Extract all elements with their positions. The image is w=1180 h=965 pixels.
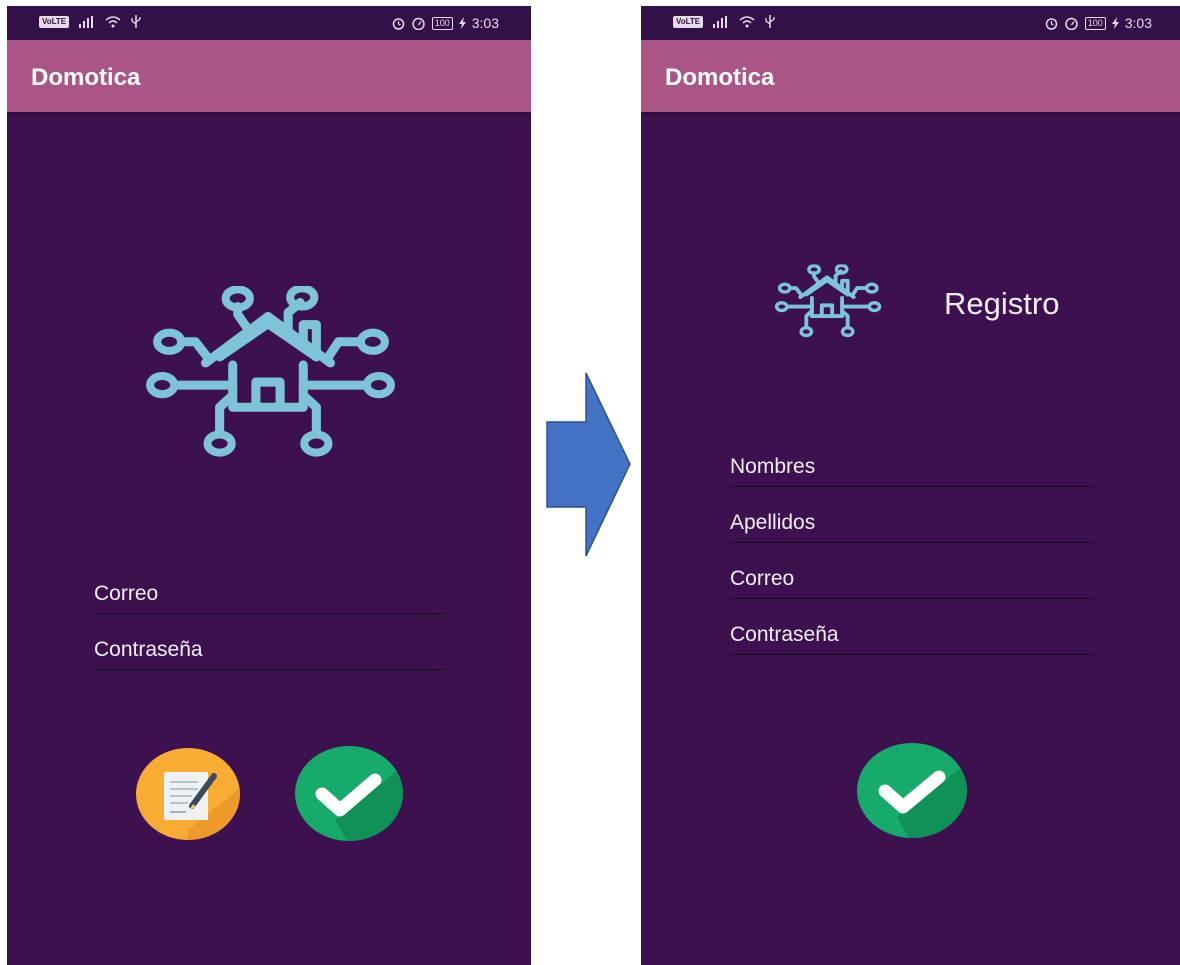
last-name-input[interactable] [730,506,1094,540]
smart-home-circuit-icon [137,286,399,458]
register-confirm-button[interactable] [857,743,967,838]
password-input[interactable] [730,618,1094,652]
app-title: Domotica [31,64,141,91]
register-screen: VoLTE 100 3:03 Domotica Registro Nombres… [641,6,1180,965]
alarm-icon [392,17,405,30]
email-input[interactable] [94,577,445,611]
usb-icon [131,15,141,28]
speedometer-icon [1064,17,1079,30]
volte-badge: VoLTE [39,15,70,28]
alarm-icon [1045,17,1058,30]
status-bar: VoLTE 100 3:03 [7,6,531,40]
password-input[interactable] [94,633,445,667]
wifi-icon [739,15,755,28]
volte-badge: VoLTE [673,15,704,28]
signal-icon [79,15,95,28]
wifi-icon [105,15,121,28]
first-name-input[interactable] [730,450,1094,484]
battery-level: 100 [431,16,453,30]
password-field[interactable] [730,618,1094,655]
first-name-field[interactable] [730,450,1094,487]
last-name-field[interactable] [730,506,1094,543]
email-field[interactable] [730,562,1094,599]
register-heading: Registro [944,286,1060,321]
right-arrow-icon [546,372,631,557]
smart-home-circuit-icon [771,264,883,338]
edit-document-icon [164,772,240,840]
usb-icon [765,15,775,28]
email-field[interactable] [94,577,445,614]
checkmark-icon [878,763,967,838]
app-bar: Domotica [641,40,1180,112]
email-input[interactable] [730,562,1094,596]
clock-time: 3:03 [471,15,499,31]
speedometer-icon [411,17,426,30]
battery-level: 100 [1084,16,1106,30]
signal-icon [713,15,729,28]
app-title: Domotica [665,64,775,91]
login-confirm-button[interactable] [295,746,403,841]
status-bar: VoLTE 100 3:03 [641,6,1180,40]
checkmark-icon [315,766,403,841]
password-field[interactable] [94,633,445,670]
clock-time: 3:03 [1124,15,1152,31]
app-bar: Domotica [7,40,531,112]
charging-icon [458,17,466,29]
register-button[interactable] [136,748,240,840]
login-screen: VoLTE 100 3:03 Domotica [7,6,531,965]
charging-icon [1111,17,1119,29]
